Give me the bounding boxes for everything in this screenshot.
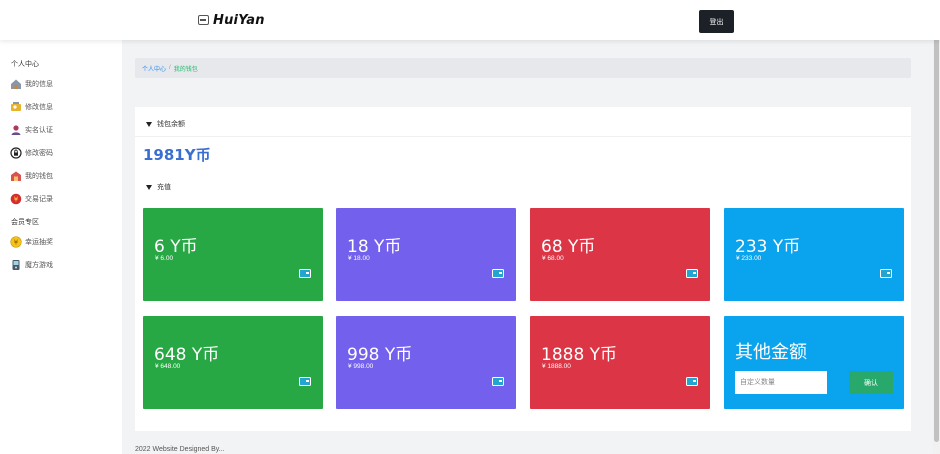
package-amount: 6 Y币 (154, 237, 198, 257)
sidebar-item-edit-info[interactable]: 修改信息 (10, 99, 53, 115)
wallet-icon (686, 269, 698, 278)
scrollbar-thumb[interactable] (934, 2, 939, 442)
sidebar-item-label: 修改信息 (25, 104, 53, 111)
game-icon (10, 259, 22, 271)
package-amount: 18 Y币 (347, 237, 402, 257)
sidebar-item-my-info[interactable]: 我的信息 (10, 76, 53, 92)
page-footer: 2022 Website Designed By... (135, 446, 225, 453)
sidebar-item-change-password[interactable]: 修改密码 (10, 145, 53, 161)
custom-amount-title: 其他金额 (735, 342, 807, 363)
svg-text:¥: ¥ (14, 239, 19, 247)
lock-icon (10, 147, 22, 159)
recharge-package-card[interactable]: 648 Y币 ¥ 648.00 (143, 316, 323, 409)
wallet-icon (492, 377, 504, 386)
house-icon (10, 78, 22, 90)
sidebar-item-label: 修改密码 (25, 150, 53, 157)
package-amount: 233 Y币 (735, 237, 801, 257)
sidebar-item-label: 魔方游戏 (25, 262, 53, 269)
sidebar-item-label: 我的信息 (25, 81, 53, 88)
breadcrumb-current: 我的钱包 (173, 66, 198, 73)
custom-amount-input[interactable] (735, 371, 827, 394)
confirm-button[interactable]: 确认 (849, 371, 893, 394)
package-price: ¥ 998.00 (348, 363, 374, 370)
section-divider (135, 136, 911, 137)
recharge-section-header[interactable]: 充值 (146, 181, 171, 193)
sidebar-item-cube-game[interactable]: 魔方游戏 (10, 257, 53, 273)
sidebar-item-label: 交易记录 (25, 196, 53, 203)
recharge-package-card[interactable]: 233 Y币 ¥ 233.00 (724, 208, 904, 301)
edit-profile-icon (10, 101, 22, 113)
caret-down-icon (146, 121, 152, 127)
sidebar: 个人中心 我的信息 修改信息 实名认证 修改密码 我的钱包 ¥ 交易记录 会员专… (0, 40, 122, 454)
page-scrollbar[interactable] (933, 0, 940, 454)
wallet-icon (299, 377, 311, 386)
sidebar-item-label: 实名认证 (25, 127, 53, 134)
breadcrumb-parent-link[interactable]: 个人中心 (142, 64, 166, 73)
wallet-panel: 钱包余额 1981Y币 充值 6 Y币 ¥ 6.00 18 Y币 ¥ 18.00… (135, 107, 911, 431)
user-id-icon (10, 124, 22, 136)
breadcrumb-separator: / (169, 65, 171, 71)
sidebar-item-transactions[interactable]: ¥ 交易记录 (10, 191, 53, 207)
package-amount: 998 Y币 (347, 345, 413, 365)
package-amount: 648 Y币 (154, 345, 220, 365)
logout-button[interactable]: 登出 (699, 10, 734, 33)
custom-amount-card: 其他金额 确认 (724, 316, 904, 409)
sidebar-group-personal: 个人中心 (11, 61, 39, 68)
recharge-package-card[interactable]: 1888 Y币 ¥ 1888.00 (530, 316, 710, 409)
svg-text:¥: ¥ (14, 196, 19, 204)
package-price: ¥ 233.00 (736, 255, 762, 262)
wallet-icon (299, 269, 311, 278)
package-price: ¥ 18.00 (348, 255, 370, 262)
recharge-package-card[interactable]: 998 Y币 ¥ 998.00 (336, 316, 516, 409)
package-price: ¥ 68.00 (542, 255, 564, 262)
record-icon: ¥ (10, 193, 22, 205)
package-price: ¥ 6.00 (155, 255, 174, 262)
breadcrumb: 个人中心 / 我的钱包 (135, 58, 911, 78)
sidebar-item-label: 幸运抽奖 (25, 239, 53, 246)
recharge-package-card[interactable]: 6 Y币 ¥ 6.00 (143, 208, 323, 301)
wallet-icon (10, 170, 22, 182)
lottery-icon: ¥ (10, 236, 22, 248)
sidebar-item-my-wallet[interactable]: 我的钱包 (10, 168, 53, 184)
package-price: ¥ 1888.00 (542, 363, 571, 370)
top-header: HuiYan 登出 (0, 0, 940, 40)
wallet-balance: 1981Y币 (143, 146, 211, 164)
site-logo[interactable]: HuiYan (198, 12, 265, 28)
balance-section-title: 钱包余额 (157, 121, 185, 128)
sidebar-item-real-name[interactable]: 实名认证 (10, 122, 53, 138)
balance-section-header[interactable]: 钱包余额 (146, 118, 185, 130)
recharge-section-title: 充值 (157, 184, 171, 191)
package-amount: 1888 Y币 (541, 345, 618, 365)
logo-text: HuiYan (213, 12, 265, 28)
sidebar-item-label: 我的钱包 (25, 173, 53, 180)
recharge-package-card[interactable]: 68 Y币 ¥ 68.00 (530, 208, 710, 301)
package-amount: 68 Y币 (541, 237, 596, 257)
sidebar-item-lottery[interactable]: ¥ 幸运抽奖 (10, 234, 53, 250)
wallet-icon (880, 269, 892, 278)
logo-icon (198, 15, 209, 25)
recharge-package-card[interactable]: 18 Y币 ¥ 18.00 (336, 208, 516, 301)
sidebar-group-member: 会员专区 (11, 219, 39, 226)
wallet-icon (492, 269, 504, 278)
wallet-icon (686, 377, 698, 386)
caret-down-icon (146, 184, 152, 190)
package-price: ¥ 648.00 (155, 363, 181, 370)
